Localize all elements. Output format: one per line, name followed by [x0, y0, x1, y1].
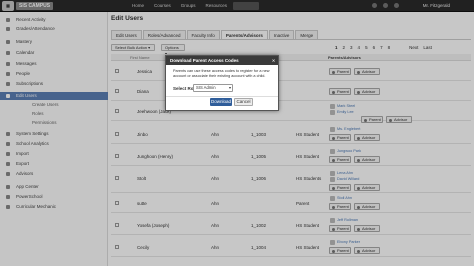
dialog-title: Download Parent Access Codes: [170, 58, 239, 63]
close-icon[interactable]: ✕: [271, 58, 276, 63]
modal-overlay[interactable]: [0, 0, 474, 266]
download-codes-dialog: Download Parent Access Codes ✕ Parents c…: [165, 55, 279, 111]
dialog-divider: [166, 96, 278, 97]
dialog-header: Download Parent Access Codes ✕: [166, 56, 278, 65]
dialog-description: Parents can use these access codes to re…: [173, 69, 270, 78]
chevron-down-icon: ▾: [228, 85, 231, 90]
dialog-body: Parents can use these access codes to re…: [166, 65, 278, 112]
cancel-button[interactable]: Cancel: [234, 98, 253, 106]
download-button[interactable]: Download: [210, 98, 232, 106]
role-select[interactable]: SIS Admin ▾: [193, 84, 233, 92]
